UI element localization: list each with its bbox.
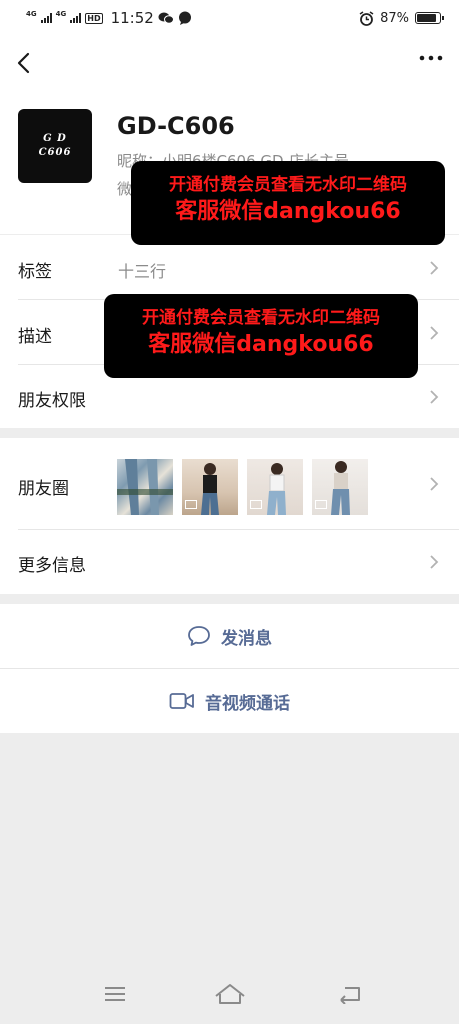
tags-label: 标签: [18, 262, 52, 282]
watermark-line1: 开通付费会员查看无水印二维码: [169, 175, 407, 195]
back-arrow-icon[interactable]: [14, 50, 36, 76]
status-bar: 4G 4G HD 11:52 87%: [0, 0, 459, 36]
moment-thumbnail: [312, 459, 368, 515]
alarm-icon: [359, 10, 374, 26]
video-call-label: 音视频通话: [205, 693, 290, 714]
video-camera-icon: [315, 500, 327, 509]
back-icon[interactable]: [337, 984, 363, 1004]
message-notification-icon: [178, 11, 191, 25]
more-options-icon[interactable]: [419, 54, 443, 62]
watermark-overlay: 开通付费会员查看无水印二维码 客服微信dangkou66: [131, 161, 445, 245]
chevron-right-icon: [430, 326, 439, 340]
system-navigation-bar: [0, 970, 459, 1024]
menu-icon[interactable]: [103, 984, 127, 1004]
video-camera-icon: [185, 500, 197, 509]
battery-icon: [415, 12, 444, 24]
tags-value: 十三行: [118, 262, 167, 281]
more-info-label: 更多信息: [18, 556, 86, 576]
moment-thumbnail: [182, 459, 238, 515]
contact-name: GD-C606: [117, 112, 235, 140]
signal-icon-2: [70, 13, 82, 23]
watermark-line2: 客服微信dangkou66: [148, 332, 374, 357]
send-message-button[interactable]: 发消息: [0, 604, 459, 668]
network-type-1: 4G: [26, 9, 37, 18]
more-info-row[interactable]: 更多信息: [0, 530, 459, 594]
moment-thumbnail: [117, 459, 173, 515]
send-message-label: 发消息: [221, 628, 272, 649]
watermark-overlay: 开通付费会员查看无水印二维码 客服微信dangkou66: [104, 294, 418, 378]
chat-bubble-icon: [188, 626, 210, 646]
network-type-2: 4G: [55, 9, 67, 18]
contact-wechat-id: 微: [117, 180, 133, 198]
description-label: 描述: [18, 327, 52, 347]
friend-permissions-label: 朋友权限: [18, 391, 86, 411]
chevron-right-icon: [430, 390, 439, 404]
title-bar: [0, 36, 459, 92]
wechat-notification-icon: [158, 12, 174, 24]
avatar[interactable]: G D C606: [18, 109, 92, 183]
moments-thumbnails: [117, 459, 368, 515]
moments-label: 朋友圈: [18, 479, 69, 499]
hd-voice-icon: HD: [85, 12, 103, 24]
battery-percent: 87%: [380, 10, 409, 26]
video-call-button[interactable]: 音视频通话: [0, 669, 459, 733]
video-camera-icon: [250, 500, 262, 509]
chevron-right-icon: [430, 477, 439, 491]
watermark-line1: 开通付费会员查看无水印二维码: [142, 308, 380, 328]
watermark-line2: 客服微信dangkou66: [175, 199, 401, 224]
signal-icon-1: [40, 13, 52, 23]
chevron-right-icon: [430, 555, 439, 569]
clock-time: 11:52: [110, 9, 154, 27]
chevron-right-icon: [430, 261, 439, 275]
moments-row[interactable]: 朋友圈: [0, 438, 459, 530]
video-camera-icon: [169, 693, 194, 709]
moment-thumbnail: [247, 459, 303, 515]
home-icon[interactable]: [214, 982, 246, 1006]
